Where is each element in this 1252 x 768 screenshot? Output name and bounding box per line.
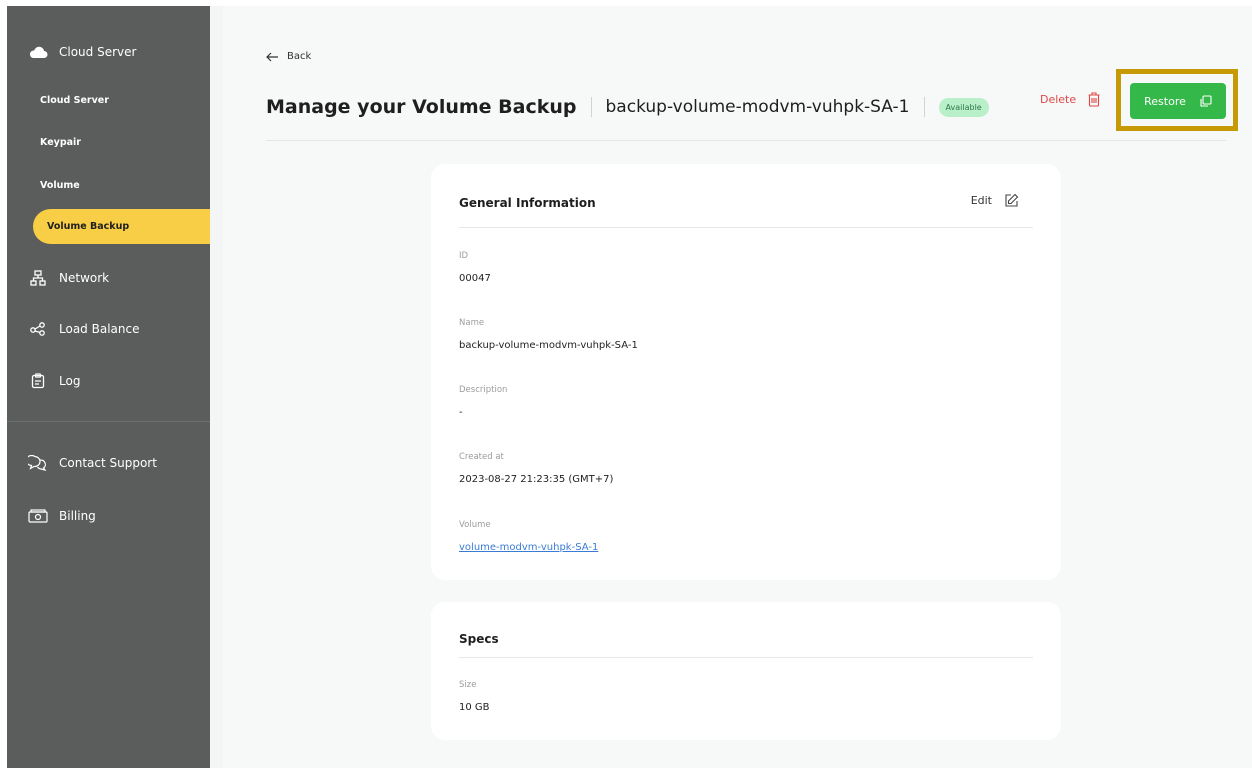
page-title: Manage your Volume Backup xyxy=(266,96,577,118)
specs-title: Specs xyxy=(459,632,499,646)
edit-icon xyxy=(1004,193,1019,208)
description-value: - xyxy=(459,407,463,418)
volume-label: Volume xyxy=(459,520,491,530)
sidebar-item-label: Network xyxy=(59,271,110,285)
sidebar-subitem-volume-backup[interactable]: Volume Backup xyxy=(33,209,210,244)
sidebar-item-cloud-server[interactable]: Cloud Server xyxy=(28,44,136,60)
general-info-title: General Information xyxy=(459,196,596,210)
sidebar-item-label: Cloud Server xyxy=(59,45,137,59)
volume-link[interactable]: volume-modvm-vuhpk-SA-1 xyxy=(459,542,598,553)
sidebar-item-contact-support[interactable]: Contact Support xyxy=(28,455,157,471)
arrow-left-icon xyxy=(266,52,279,62)
name-value: backup-volume-modvm-vuhpk-SA-1 xyxy=(459,340,638,351)
sidebar-edge xyxy=(210,6,223,768)
sidebar-item-label: Contact Support xyxy=(59,456,157,470)
size-value: 10 GB xyxy=(459,702,490,713)
share-icon xyxy=(28,321,48,337)
title-separator xyxy=(923,97,925,117)
card-divider xyxy=(459,227,1033,228)
restore-button[interactable]: Restore xyxy=(1130,83,1226,119)
title-separator xyxy=(590,97,592,117)
card-divider xyxy=(459,657,1033,658)
sidebar-item-label: Load Balance xyxy=(59,322,140,336)
description-label: Description xyxy=(459,385,508,395)
sidebar-subitem-cloud-server[interactable]: Cloud Server xyxy=(40,95,109,106)
trash-icon xyxy=(1088,92,1100,107)
cloud-icon xyxy=(28,44,48,60)
page-header: Manage your Volume Backup backup-volume-… xyxy=(266,92,989,122)
network-icon xyxy=(28,270,48,286)
sidebar-subitem-keypair[interactable]: Keypair xyxy=(40,137,81,148)
name-label: Name xyxy=(459,318,485,328)
general-info-card: General Information Edit ID 00047 Name b… xyxy=(431,164,1061,580)
created-value: 2023-08-27 21:23:35 (GMT+7) xyxy=(459,474,614,485)
money-icon xyxy=(28,508,48,524)
status-badge: Available xyxy=(938,97,989,117)
chat-icon xyxy=(28,455,48,471)
header-divider xyxy=(266,140,1226,141)
back-link[interactable]: Back xyxy=(266,51,311,62)
delete-button[interactable]: Delete xyxy=(1040,92,1100,107)
sidebar-item-billing[interactable]: Billing xyxy=(28,508,96,524)
id-value: 00047 xyxy=(459,273,491,284)
delete-label: Delete xyxy=(1040,93,1077,106)
sidebar-item-network[interactable]: Network xyxy=(28,270,109,286)
sidebar-item-label: Log xyxy=(59,374,81,388)
sidebar-subitem-volume[interactable]: Volume xyxy=(40,180,80,191)
edit-button[interactable]: Edit xyxy=(971,193,1019,208)
sidebar-item-label: Billing xyxy=(59,509,96,523)
sidebar-divider xyxy=(7,421,210,422)
backup-name: backup-volume-modvm-vuhpk-SA-1 xyxy=(605,97,910,117)
sidebar-item-log[interactable]: Log xyxy=(28,373,80,389)
back-label: Back xyxy=(287,51,312,62)
size-label: Size xyxy=(459,680,477,690)
clipboard-icon xyxy=(28,373,48,389)
id-label: ID xyxy=(459,251,469,261)
specs-card: Specs Size 10 GB xyxy=(431,602,1061,740)
created-label: Created at xyxy=(459,452,504,462)
restore-label: Restore xyxy=(1144,94,1186,108)
copy-icon xyxy=(1200,95,1212,107)
edit-label: Edit xyxy=(970,194,992,207)
sidebar-item-load-balance[interactable]: Load Balance xyxy=(28,321,139,337)
